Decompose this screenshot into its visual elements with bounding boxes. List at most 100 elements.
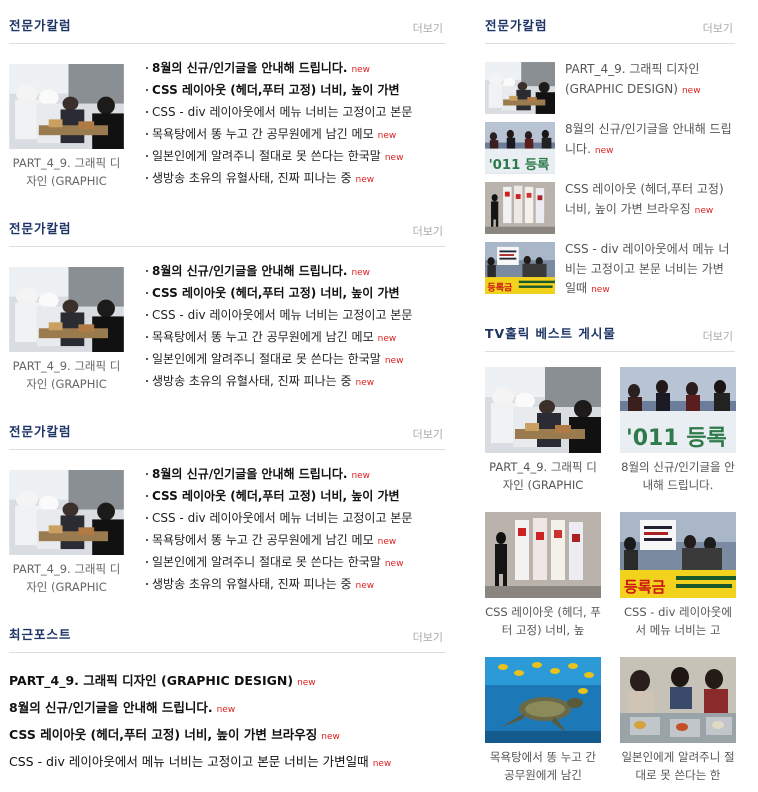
grid-item[interactable]: 8월의 신규/인기글을 안내해 드립니다. [620, 367, 736, 494]
section-title: 최근포스트 [9, 627, 72, 642]
new-badge: new [377, 537, 397, 547]
new-badge: new [355, 581, 375, 591]
new-badge: new [351, 65, 371, 75]
section-title: 전문가칼럼 [9, 424, 72, 439]
poster-street-photo[interactable] [485, 512, 601, 598]
thumb-caption[interactable]: PART_4_9. 그래픽 디자인 (GRAPHIC [9, 357, 124, 393]
new-badge: new [591, 285, 610, 295]
list-item[interactable]: 8월의 신규/인기글을 안내해 드립니다. new [146, 260, 446, 282]
list-item[interactable]: 8월의 신규/인기글을 안내해 드립니다. new [146, 463, 446, 485]
grid-item[interactable]: CSS - div 레이아웃에서 메뉴 너비는 고 [620, 512, 736, 639]
list-item[interactable]: CSS - div 레이아웃에서 메뉴 너비는 고정이고 본문 [146, 101, 446, 123]
list-item[interactable]: CSS 레이아웃 (헤더,푸터 고정) 너비, 높이 가변 [146, 79, 446, 101]
new-badge: new [216, 705, 236, 715]
grid-caption[interactable]: 목욕탕에서 똥 누고 간 공무원에게 남긴 [485, 748, 601, 784]
kitchen-workers-photo[interactable] [485, 62, 555, 114]
new-badge: new [351, 471, 371, 481]
article-list: 8월의 신규/인기글을 안내해 드립니다. new CSS 레이아웃 (헤더,푸터… [146, 57, 446, 189]
new-badge: new [355, 175, 375, 185]
kitchen-workers-photo[interactable] [9, 64, 124, 149]
more-link[interactable]: 더보기 [413, 225, 443, 239]
list-item[interactable]: CSS 레이아웃 (헤더,푸터 고정) 너비, 높이 가변 브라우징 new [485, 182, 735, 242]
list-item[interactable]: 목욕탕에서 똥 누고 간 공무원에게 남긴 메모 new [146, 123, 446, 145]
expert-column-section-1: 전문가칼럼 더보기 PART_4_9. 그래픽 디자인 (GRAPHIC 8월의… [9, 0, 445, 188]
item-title[interactable]: CSS - div 레이아웃에서 메뉴 너비는 고정이고 본문 너비는 가변일때 [565, 242, 729, 295]
poster-street-photo[interactable] [485, 182, 555, 234]
recent-list: PART_4_9. 그래픽 디자인 (GRAPHIC DESIGN) new 8월… [9, 667, 445, 775]
new-badge: new [351, 268, 371, 278]
section-header: 전문가칼럼 더보기 [9, 406, 445, 450]
more-link[interactable]: 더보기 [703, 330, 733, 344]
grid-item[interactable]: CSS 레이아웃 (헤더, 푸터 고정) 너비, 높 [485, 512, 601, 639]
list-item[interactable]: 목욕탕에서 똥 누고 간 공무원에게 남긴 메모 new [146, 326, 446, 348]
new-badge: new [384, 153, 404, 163]
protest-banner-photo[interactable] [485, 122, 555, 174]
more-link[interactable]: 더보기 [413, 428, 443, 442]
rally-sign-photo[interactable] [485, 242, 555, 294]
grid-caption[interactable]: 8월의 신규/인기글을 안내해 드립니다. [620, 458, 736, 494]
grid-caption[interactable]: PART_4_9. 그래픽 디자인 (GRAPHIC [485, 458, 601, 494]
item-title[interactable]: 8월의 신규/인기글을 안내해 드립니다. [565, 122, 732, 156]
list-item[interactable]: 8월의 신규/인기글을 안내해 드립니다. new [485, 122, 735, 182]
section-title: 전문가칼럼 [9, 221, 72, 236]
list-item[interactable]: CSS - div 레이아웃에서 메뉴 너비는 고정이고 본문 너비는 가변일때… [9, 748, 445, 775]
list-item[interactable]: PART_4_9. 그래픽 디자인 (GRAPHIC DESIGN) new [9, 667, 445, 694]
list-item[interactable]: 일본인에게 알려주니 절대로 못 쓴다는 한국말 new [146, 145, 446, 167]
rally-sign-photo[interactable] [620, 512, 736, 598]
more-link[interactable]: 더보기 [703, 22, 733, 36]
new-badge: new [681, 85, 701, 96]
article-list: 8월의 신규/인기글을 안내해 드립니다. new CSS 레이아웃 (헤더,푸터… [146, 463, 446, 595]
section-header: TV홀릭 베스트 게시물 더보기 [485, 308, 735, 352]
section-title: 전문가칼럼 [9, 18, 72, 33]
expert-column-section-2: 전문가칼럼 더보기 PART_4_9. 그래픽 디자인 (GRAPHIC 8월의… [9, 203, 445, 391]
grid-caption[interactable]: CSS 레이아웃 (헤더, 푸터 고정) 너비, 높 [485, 603, 601, 639]
kitchen-workers-photo[interactable] [9, 470, 124, 555]
recent-posts-section: 최근포스트 더보기 PART_4_9. 그래픽 디자인 (GRAPHIC DES… [9, 609, 445, 769]
list-item[interactable]: CSS 레이아웃 (헤더,푸터 고정) 너비, 높이 가변 [146, 485, 446, 507]
grid-caption[interactable]: CSS - div 레이아웃에서 메뉴 너비는 고 [620, 603, 736, 639]
section-header: 전문가칼럼 더보기 [9, 0, 445, 44]
children-lunch-photo[interactable] [620, 657, 736, 743]
list-item[interactable]: CSS - div 레이아웃에서 메뉴 너비는 고정이고 본문 너비는 가변일때… [485, 242, 735, 302]
grid-caption[interactable]: 일본인에게 알려주니 절대로 못 쓴다는 한 [620, 748, 736, 784]
list-item[interactable]: 생방송 초유의 유혈사태, 진짜 피나는 중 new [146, 167, 446, 189]
list-item[interactable]: CSS 레이아웃 (헤더,푸터 고정) 너비, 높이 가변 브라우징 new [9, 721, 445, 748]
section-header: 최근포스트 더보기 [9, 609, 445, 653]
new-badge: new [384, 559, 404, 569]
list-item[interactable]: CSS - div 레이아웃에서 메뉴 너비는 고정이고 본문 [146, 304, 446, 326]
new-badge: new [321, 732, 340, 742]
list-item[interactable]: 8월의 신규/인기글을 안내해 드립니다. new [146, 57, 446, 79]
new-badge: new [297, 678, 316, 688]
thumb-caption[interactable]: PART_4_9. 그래픽 디자인 (GRAPHIC [9, 154, 124, 190]
grid-item[interactable]: 목욕탕에서 똥 누고 간 공무원에게 남긴 [485, 657, 601, 784]
list-item[interactable]: 생방송 초유의 유혈사태, 진짜 피나는 중 new [146, 573, 446, 595]
list-item[interactable]: PART_4_9. 그래픽 디자인 (GRAPHIC DESIGN) new [485, 62, 735, 122]
new-badge: new [372, 759, 392, 769]
tv-holic-best-section: TV홀릭 베스트 게시물 더보기 PART_4_9. 그래픽 디자인 (GRAP… [485, 308, 735, 782]
grid-item[interactable]: PART_4_9. 그래픽 디자인 (GRAPHIC [485, 367, 601, 494]
grid-item[interactable]: 일본인에게 알려주니 절대로 못 쓴다는 한 [620, 657, 736, 784]
list-item[interactable]: CSS - div 레이아웃에서 메뉴 너비는 고정이고 본문 [146, 507, 446, 529]
new-badge: new [377, 334, 397, 344]
new-badge: new [694, 205, 714, 216]
new-badge: new [384, 356, 404, 366]
kitchen-workers-photo[interactable] [485, 367, 601, 453]
new-badge: new [594, 145, 614, 156]
item-title[interactable]: PART_4_9. 그래픽 디자인 (GRAPHIC DESIGN) [565, 62, 699, 96]
list-item[interactable]: 일본인에게 알려주니 절대로 못 쓴다는 한국말 new [146, 551, 446, 573]
expert-column-side: 전문가칼럼 더보기 PART_4_9. 그래픽 디자인 (GRAPHIC DES… [485, 0, 735, 295]
protest-banner-photo[interactable] [620, 367, 736, 453]
list-item[interactable]: 일본인에게 알려주니 절대로 못 쓴다는 한국말 new [146, 348, 446, 370]
list-item[interactable]: CSS 레이아웃 (헤더,푸터 고정) 너비, 높이 가변 [146, 282, 446, 304]
sea-turtle-photo[interactable] [485, 657, 601, 743]
more-link[interactable]: 더보기 [413, 22, 443, 36]
list-item[interactable]: 목욕탕에서 똥 누고 간 공무원에게 남긴 메모 new [146, 529, 446, 551]
section-title: TV홀릭 베스트 게시물 [485, 326, 616, 341]
thumb-caption[interactable]: PART_4_9. 그래픽 디자인 (GRAPHIC [9, 560, 124, 596]
list-item[interactable]: 8월의 신규/인기글을 안내해 드립니다. new [9, 694, 445, 721]
new-badge: new [355, 378, 375, 388]
section-header: 전문가칼럼 더보기 [9, 203, 445, 247]
list-item[interactable]: 생방송 초유의 유혈사태, 진짜 피나는 중 new [146, 370, 446, 392]
more-link[interactable]: 더보기 [413, 631, 443, 645]
kitchen-workers-photo[interactable] [9, 267, 124, 352]
